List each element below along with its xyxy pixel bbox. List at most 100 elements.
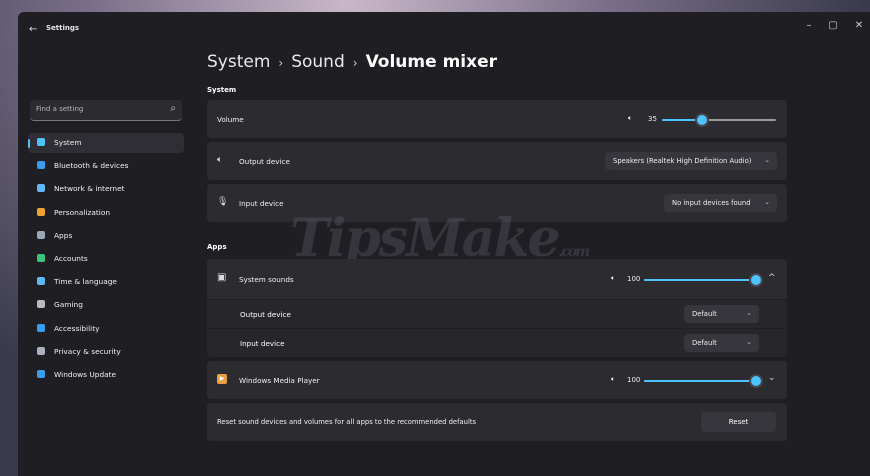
apps-section-title: Apps: [207, 243, 227, 251]
sidebar-item-windows-update[interactable]: Windows Update: [28, 365, 184, 385]
system-section-title: System: [207, 86, 237, 94]
reset-button[interactable]: Reset: [701, 412, 776, 432]
speaker-icon[interactable]: 🔈︎: [611, 274, 615, 283]
output-device-dropdown[interactable]: Speakers (Realtek High Definition Audio)…: [605, 152, 777, 170]
slider-fill: [644, 279, 756, 281]
close-button[interactable]: ✕: [852, 20, 866, 31]
input-device-label: Input device: [239, 199, 284, 208]
sidebar-item-label: Accounts: [54, 254, 88, 263]
system-icon: [37, 138, 45, 146]
breadcrumb: System › Sound › Volume mixer: [207, 52, 497, 72]
search-input[interactable]: Find a setting ⌕: [30, 100, 182, 121]
accessibility-icon: [37, 323, 45, 332]
shield-icon: [37, 346, 45, 355]
dropdown-value: Speakers (Realtek High Definition Audio): [613, 157, 752, 165]
input-device-dropdown[interactable]: No input devices found ⌄: [664, 194, 777, 212]
watermark-suffix: .com: [558, 244, 590, 260]
page-title: Volume mixer: [365, 52, 497, 72]
selected-indicator: [28, 139, 30, 148]
breadcrumb-separator: ›: [278, 56, 284, 70]
dropdown-value: Default: [692, 310, 717, 318]
sidebar-item-label: Apps: [54, 230, 73, 240]
speaker-icon[interactable]: 🔈︎: [611, 375, 615, 384]
chevron-down-icon: ⌄: [764, 156, 770, 164]
dropdown-value: No input devices found: [672, 199, 751, 207]
reset-description: Reset sound devices and volumes for all …: [217, 418, 477, 426]
system-sounds-card[interactable]: ▣ System sounds 🔈︎ 100 ^: [207, 259, 787, 299]
system-sounds-output-dropdown[interactable]: Default ⌄: [684, 305, 759, 323]
slider-fill: [662, 119, 702, 121]
maximize-button[interactable]: ▢: [826, 20, 840, 31]
title-bar: ← Settings – ▢ ✕: [18, 12, 870, 46]
chevron-down-icon[interactable]: ⌄: [768, 373, 776, 383]
speaker-icon: 🔈︎: [217, 155, 223, 165]
sidebar-item-label: Gaming: [54, 300, 83, 310]
gaming-icon: [37, 300, 45, 309]
sidebar-item-label: Network & internet: [54, 184, 125, 194]
sidebar-item-label: Time & language: [54, 277, 117, 287]
sidebar-item-apps[interactable]: Apps: [28, 226, 184, 246]
accounts-icon: [37, 254, 45, 262]
search-placeholder: Find a setting: [36, 105, 84, 113]
settings-window: ← Settings – ▢ ✕ Find a setting ⌕ System…: [18, 12, 870, 476]
minimize-button[interactable]: –: [802, 20, 816, 31]
slider-fill: [644, 380, 756, 382]
volume-slider[interactable]: [662, 115, 776, 125]
sidebar-item-label: Accessibility: [54, 323, 100, 333]
sidebar-item-gaming[interactable]: Gaming: [28, 295, 184, 315]
sub-input-label: Input device: [240, 339, 285, 348]
chevron-down-icon: ⌄: [746, 309, 752, 317]
network-icon: [37, 184, 45, 193]
media-player-value: 100: [627, 376, 641, 384]
sub-output-label: Output device: [240, 310, 291, 319]
media-player-slider[interactable]: [644, 376, 761, 386]
system-sounds-output-row: Output device Default ⌄: [207, 300, 787, 328]
output-device-card: 🔈︎ Output device Speakers (Realtek High …: [207, 142, 787, 180]
chevron-down-icon: ⌄: [764, 198, 770, 206]
sidebar-item-label: System: [54, 138, 82, 147]
breadcrumb-sound[interactable]: Sound: [291, 52, 345, 72]
sidebar-item-label: Bluetooth & devices: [54, 161, 129, 171]
system-sounds-label: System sounds: [239, 275, 294, 284]
chevron-down-icon: ⌄: [746, 338, 752, 346]
volume-label: Volume: [217, 115, 244, 124]
brush-icon: [37, 207, 45, 216]
dropdown-value: Default: [692, 339, 717, 347]
system-sounds-value: 100: [627, 275, 641, 283]
sidebar-item-network-internet[interactable]: Network & internet: [28, 179, 184, 199]
apps-icon: [37, 230, 45, 239]
slider-thumb[interactable]: [696, 115, 707, 125]
system-sounds-input-dropdown[interactable]: Default ⌄: [684, 334, 759, 352]
sidebar-item-system[interactable]: System: [28, 133, 184, 153]
sidebar-item-bluetooth-devices[interactable]: Bluetooth & devices: [28, 156, 184, 176]
sidebar-item-personalization[interactable]: Personalization: [28, 203, 184, 223]
bluetooth-icon: [37, 161, 45, 170]
output-device-label: Output device: [239, 157, 290, 166]
volume-value: 35: [648, 115, 657, 123]
system-sounds-slider[interactable]: [644, 275, 761, 285]
reset-card: Reset sound devices and volumes for all …: [207, 403, 787, 441]
sidebar-item-label: Privacy & security: [54, 346, 121, 356]
app-icon-system-sounds: ▣: [217, 272, 227, 283]
sidebar-item-label: Personalization: [54, 207, 111, 217]
back-arrow-icon[interactable]: ←: [29, 24, 37, 35]
chevron-up-icon[interactable]: ^: [768, 273, 776, 283]
sidebar-item-accounts[interactable]: Accounts: [28, 249, 184, 269]
breadcrumb-system[interactable]: System: [207, 52, 270, 72]
sidebar-item-label: Windows Update: [54, 370, 117, 379]
microphone-icon: 🎙︎: [217, 197, 229, 207]
sidebar-item-time-language[interactable]: Time & language: [28, 272, 184, 292]
breadcrumb-separator: ›: [352, 56, 358, 70]
sidebar-item-privacy-security[interactable]: Privacy & security: [28, 342, 184, 362]
slider-thumb[interactable]: [751, 275, 761, 285]
media-player-label: Windows Media Player: [239, 376, 320, 385]
speaker-icon[interactable]: 🔈︎: [628, 114, 632, 123]
system-sounds-input-row: Input device Default ⌄: [207, 329, 787, 357]
media-player-card[interactable]: ▶ Windows Media Player 🔈︎ 100 ⌄: [207, 361, 787, 399]
search-icon[interactable]: ⌕: [170, 103, 176, 114]
update-icon: [37, 370, 45, 378]
sidebar-item-accessibility[interactable]: Accessibility: [28, 319, 184, 339]
slider-thumb[interactable]: [751, 376, 761, 386]
volume-card: Volume 🔈︎ 35: [207, 100, 787, 138]
window-title: Settings: [46, 24, 80, 32]
